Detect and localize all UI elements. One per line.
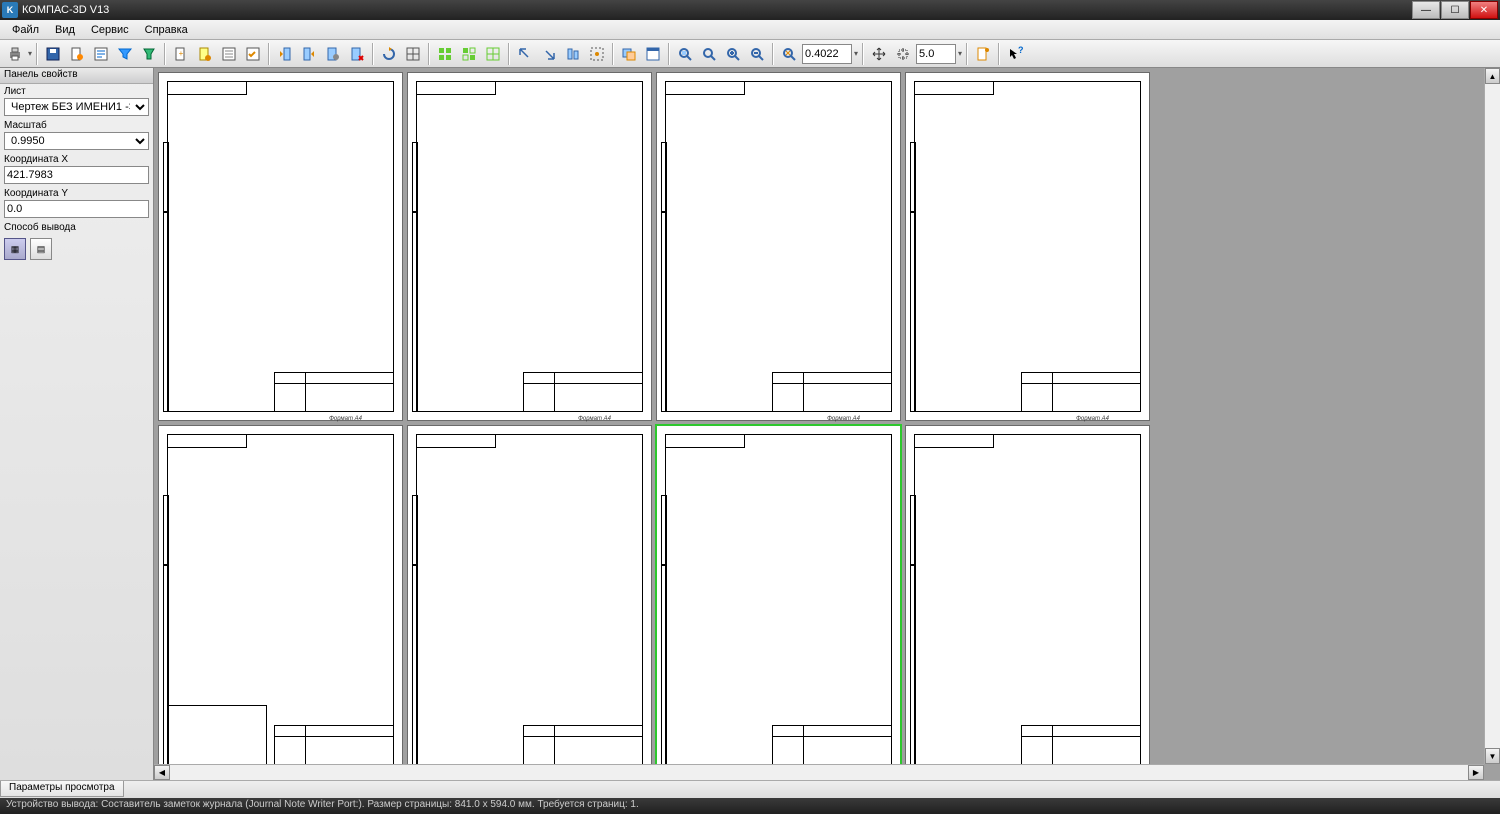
coordx-input[interactable]	[4, 166, 149, 184]
scale-select[interactable]: 0.9950	[4, 132, 149, 150]
toolbar-sep	[372, 43, 374, 65]
pan-icon[interactable]	[868, 43, 890, 65]
scroll-left-icon[interactable]: ◀	[154, 765, 170, 780]
menu-help[interactable]: Справка	[137, 22, 196, 38]
coordx-label: Координата X	[4, 154, 149, 165]
properties-panel: Панель свойств Лист Чертеж БЕЗ ИМЕНИ1 ->…	[0, 68, 154, 780]
filter-icon[interactable]	[114, 43, 136, 65]
page-gear-icon[interactable]	[322, 43, 344, 65]
scroll-track[interactable]	[170, 765, 1468, 780]
rotate-icon[interactable]	[378, 43, 400, 65]
preview-sheet-8[interactable]: Формат А4	[905, 425, 1150, 774]
preview-sheet-6[interactable]: Формат А4	[407, 425, 652, 774]
step-value-input[interactable]	[916, 44, 956, 64]
list-label: Лист	[4, 86, 149, 97]
preview-sheet-4[interactable]: Формат А4	[905, 72, 1150, 421]
save-icon[interactable]	[42, 43, 64, 65]
menu-bar: Файл Вид Сервис Справка	[0, 20, 1500, 40]
remove-page-icon[interactable]	[346, 43, 368, 65]
svg-text:+: +	[179, 49, 184, 58]
status-bar: Устройство вывода: Составитель заметок ж…	[0, 798, 1500, 814]
arrow-tl-icon[interactable]	[514, 43, 536, 65]
zoom-value-input[interactable]	[802, 44, 852, 64]
insert-right-icon[interactable]	[298, 43, 320, 65]
toolbar-sep	[612, 43, 614, 65]
step-dropdown-icon[interactable]: ▾	[958, 49, 962, 58]
scale-label: Масштаб	[4, 120, 149, 131]
toolbar-sep	[428, 43, 430, 65]
scroll-right-icon[interactable]: ▶	[1468, 765, 1484, 780]
toolbar-sep	[668, 43, 670, 65]
tab-view-params[interactable]: Параметры просмотра	[0, 781, 124, 797]
preview-sheet-2[interactable]: Формат А4	[407, 72, 652, 421]
menu-view[interactable]: Вид	[47, 22, 83, 38]
print-preview-area: Формат А4Формат А4Формат А4Формат А4Форм…	[154, 68, 1500, 780]
align-icon[interactable]	[562, 43, 584, 65]
help-cursor-icon[interactable]: ?	[1004, 43, 1026, 65]
zoom-fit-icon[interactable]	[674, 43, 696, 65]
zoom-out-icon[interactable]	[746, 43, 768, 65]
page-setup-icon[interactable]	[66, 43, 88, 65]
app-icon: K	[2, 2, 18, 18]
close-button[interactable]: ✕	[1470, 1, 1498, 19]
toolbar-sep	[164, 43, 166, 65]
grid-icon[interactable]	[402, 43, 424, 65]
preview-sheet-1[interactable]: Формат А4	[158, 72, 403, 421]
toolbar-sep	[508, 43, 510, 65]
properties-icon[interactable]	[90, 43, 112, 65]
refresh-icon[interactable]	[972, 43, 994, 65]
bottom-tab-bar: Параметры просмотра	[0, 780, 1500, 798]
vertical-scrollbar[interactable]: ▲ ▼	[1484, 68, 1500, 764]
maximize-button[interactable]: ☐	[1441, 1, 1469, 19]
scroll-down-icon[interactable]: ▼	[1485, 748, 1500, 764]
snap-icon[interactable]	[586, 43, 608, 65]
zoom-window-icon[interactable]	[698, 43, 720, 65]
window-icon[interactable]	[642, 43, 664, 65]
add-doc-icon[interactable]	[194, 43, 216, 65]
toolbar-sep	[268, 43, 270, 65]
grid-green-icon[interactable]	[434, 43, 456, 65]
preview-sheet-3[interactable]: Формат А4	[656, 72, 901, 421]
output-label: Способ вывода	[4, 222, 149, 233]
menu-service[interactable]: Сервис	[83, 22, 137, 38]
scroll-up-icon[interactable]: ▲	[1485, 68, 1500, 84]
funnel-icon[interactable]	[138, 43, 160, 65]
insert-left-icon[interactable]	[274, 43, 296, 65]
output-mode-2-button[interactable]: ▤	[30, 238, 52, 260]
add-page-icon[interactable]: +	[170, 43, 192, 65]
arrow-br-icon[interactable]	[538, 43, 560, 65]
window-buttons: — ☐ ✕	[1411, 1, 1498, 19]
window-title: КОМПАС-3D V13	[22, 4, 1411, 16]
grid-select-icon[interactable]	[458, 43, 480, 65]
preview-sheet-7[interactable]: Формат А4	[656, 425, 901, 774]
grid-outline-icon[interactable]	[482, 43, 504, 65]
toolbar-sep	[36, 43, 38, 65]
list-select[interactable]: Чертеж БЕЗ ИМЕНИ1 ->Лис	[4, 98, 149, 116]
zoom-dyn-icon[interactable]	[778, 43, 800, 65]
layers-icon[interactable]	[618, 43, 640, 65]
title-bar: K КОМПАС-3D V13 — ☐ ✕	[0, 0, 1500, 20]
zoom-dropdown-icon[interactable]: ▾	[854, 49, 858, 58]
toolbar-sep	[772, 43, 774, 65]
toolbar: ▾ + ▾ ▾ ?	[0, 40, 1500, 68]
horizontal-scrollbar[interactable]: ◀ ▶	[154, 764, 1484, 780]
toolbar-sep	[862, 43, 864, 65]
menu-file[interactable]: Файл	[4, 22, 47, 38]
scroll-track[interactable]	[1485, 84, 1500, 748]
step-icon[interactable]	[892, 43, 914, 65]
coordy-label: Координата Y	[4, 188, 149, 199]
coordy-input[interactable]	[4, 200, 149, 218]
panel-title: Панель свойств	[0, 68, 153, 84]
preview-sheet-5[interactable]: Формат А4	[158, 425, 403, 774]
toolbar-sep	[966, 43, 968, 65]
minimize-button[interactable]: —	[1412, 1, 1440, 19]
svg-text:?: ?	[1018, 46, 1023, 55]
output-mode-1-button[interactable]: ▦	[4, 238, 26, 260]
list-check-icon[interactable]	[242, 43, 264, 65]
list-icon[interactable]	[218, 43, 240, 65]
toolbar-sep	[998, 43, 1000, 65]
print-icon[interactable]	[4, 43, 26, 65]
zoom-in-icon[interactable]	[722, 43, 744, 65]
